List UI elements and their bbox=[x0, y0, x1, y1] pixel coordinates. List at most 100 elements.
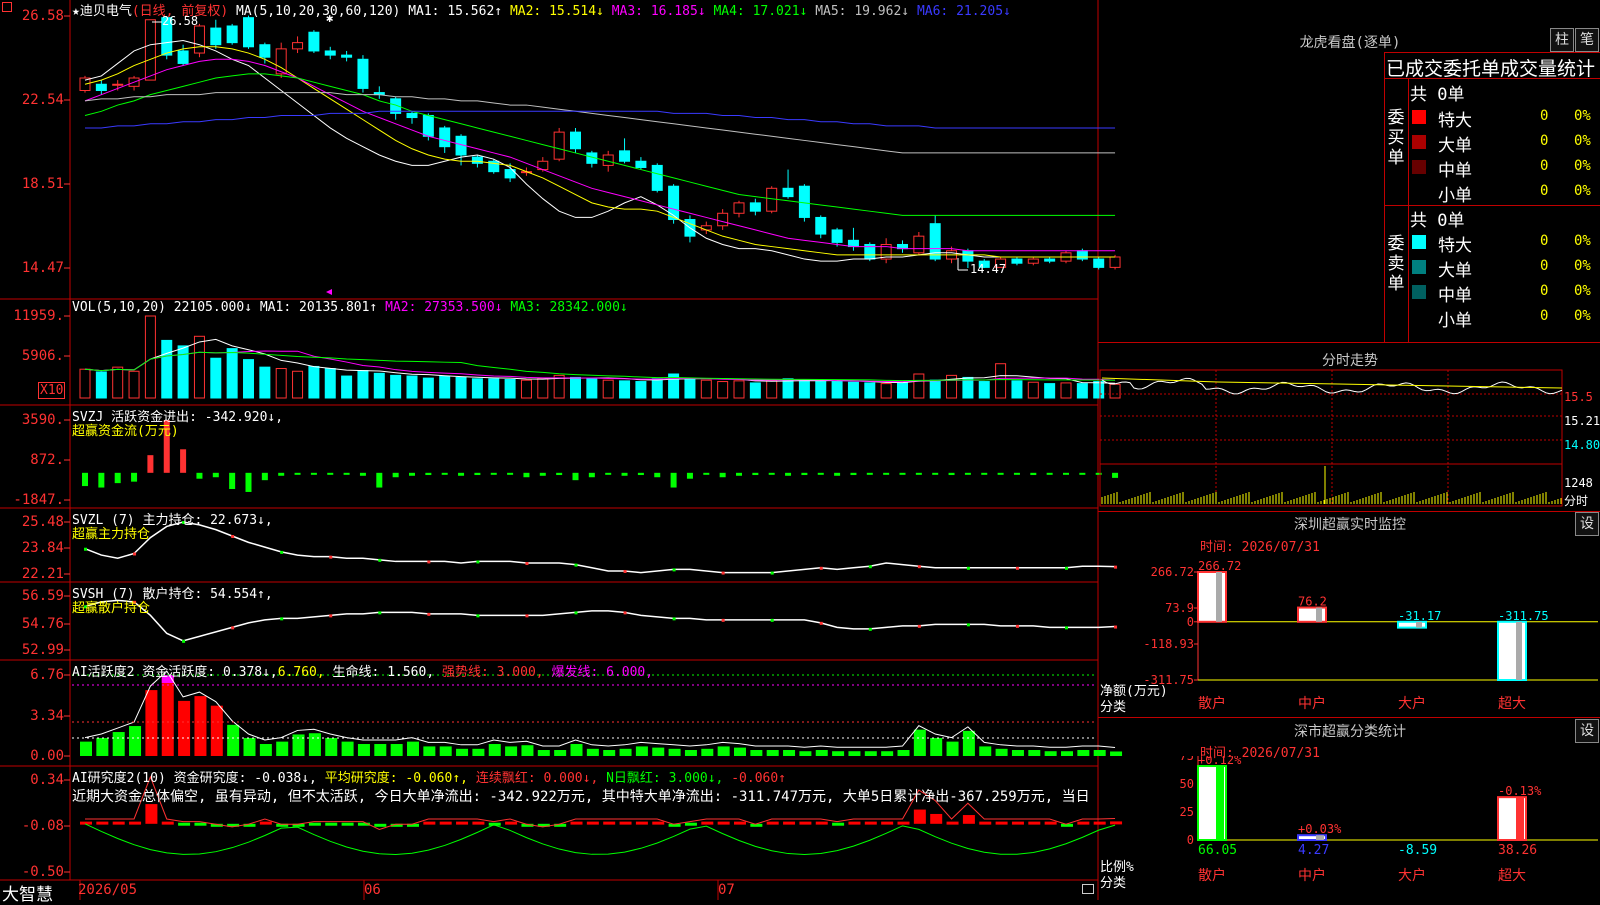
vol-bar bbox=[995, 363, 1007, 399]
ai1-p2: 6.760, bbox=[277, 665, 325, 680]
svzj-bar bbox=[915, 472, 922, 475]
sell-row-pct-2: 0% bbox=[1574, 283, 1591, 299]
svsh-line bbox=[84, 599, 1116, 642]
ai1-bar bbox=[357, 744, 370, 756]
ai1-bar bbox=[521, 745, 534, 756]
stats-value-label: 4.27 bbox=[1298, 843, 1329, 858]
svzl-line-point bbox=[917, 565, 921, 569]
candle bbox=[815, 216, 827, 235]
ai2-bar bbox=[341, 822, 354, 826]
svzl-line-point bbox=[84, 547, 87, 551]
svsh-line-point bbox=[868, 627, 872, 631]
svzj-bar bbox=[883, 472, 890, 475]
svzj-bar bbox=[229, 472, 236, 490]
svzj-bar bbox=[556, 472, 563, 476]
monitor-axis-label: 266.72 bbox=[1151, 565, 1194, 579]
ai2-axis-3: -0.50 bbox=[21, 864, 64, 880]
ai1-bar bbox=[832, 751, 845, 756]
vol-bar bbox=[488, 378, 500, 399]
svsh-line-point bbox=[525, 614, 529, 618]
vol-bar bbox=[749, 382, 761, 399]
ai1-bar bbox=[717, 746, 730, 756]
candle bbox=[324, 50, 336, 56]
price-axis-1: 26.58 bbox=[21, 8, 64, 24]
ai1-bar bbox=[554, 750, 567, 756]
price-axis-4: 14.47 bbox=[21, 260, 64, 276]
svzj-bar bbox=[686, 472, 693, 479]
vol-bar bbox=[1060, 382, 1072, 399]
ai2-bar bbox=[995, 821, 1008, 825]
stock-name: 迪贝电气 bbox=[79, 4, 132, 19]
ai2-axis-1: 0.34 bbox=[30, 772, 64, 788]
bar-mode-button[interactable]: 柱 bbox=[1550, 28, 1574, 52]
dragon-subtitle: 已成交委托单成交量统计 bbox=[1386, 58, 1596, 80]
svzl-line-point bbox=[231, 534, 235, 538]
buy-row-pct-2: 0% bbox=[1574, 158, 1591, 174]
vol-bar bbox=[79, 368, 91, 399]
monitor-settings-button[interactable]: 设 bbox=[1575, 512, 1599, 536]
ai1-bar bbox=[864, 751, 877, 756]
vol-bar bbox=[847, 381, 859, 399]
ma-label: MA(5,10,20,30,60,120) bbox=[235, 4, 401, 19]
lock-icon[interactable] bbox=[1082, 884, 1094, 894]
stats-title: 深市超赢分类统计 bbox=[1294, 724, 1406, 740]
svzl-axis-3: 22.21 bbox=[21, 566, 64, 582]
candle bbox=[95, 83, 107, 91]
vol-bar bbox=[112, 366, 124, 399]
candle bbox=[292, 42, 304, 50]
sell-row-pct-0: 0% bbox=[1574, 233, 1591, 249]
ai2-bar bbox=[439, 821, 452, 825]
svsh-line-point bbox=[672, 617, 676, 621]
dragon-divider-1 bbox=[1384, 78, 1600, 79]
intraday-chart[interactable] bbox=[1098, 368, 1600, 510]
vol-bar bbox=[95, 371, 107, 399]
vol-bar bbox=[651, 378, 663, 399]
sell-row-swatch-0 bbox=[1412, 235, 1426, 249]
ai2-bar bbox=[684, 822, 697, 826]
ai2-header: AI研究度2(10) 资金研究度: -0.038↓, 平均研究度: -0.060… bbox=[72, 767, 786, 786]
monitor-chart: 266.72 73.90 -118.93 -311.75 266.72 散户 76.2 中户 -… bbox=[1143, 559, 1598, 712]
intraday-title: 分时走势 bbox=[1322, 353, 1378, 369]
ai1-bar bbox=[80, 741, 92, 756]
intraday-axis-4: 1248 bbox=[1564, 476, 1593, 490]
ai1-line bbox=[84, 670, 1116, 748]
tick-mode-button[interactable]: 笔 bbox=[1575, 28, 1599, 52]
vol-bar bbox=[504, 378, 516, 399]
ai1-bar bbox=[701, 748, 714, 756]
svzl-line-point bbox=[1015, 566, 1019, 570]
svzj-axis-3: -1847. bbox=[13, 492, 64, 508]
svzj-bar bbox=[670, 472, 677, 488]
monitor-bar-shade bbox=[1516, 621, 1522, 680]
ai1-bar bbox=[374, 744, 387, 756]
ai2-bar bbox=[603, 821, 616, 825]
candle bbox=[439, 127, 451, 148]
svzj-bar bbox=[621, 472, 628, 476]
svzl-line-point bbox=[476, 560, 480, 564]
vol-bar bbox=[373, 372, 385, 399]
vol-label: VOL(5,10,20) bbox=[72, 300, 166, 315]
vol-bar bbox=[897, 382, 908, 399]
stats-settings-button[interactable]: 设 bbox=[1575, 719, 1599, 743]
ai1-bar bbox=[668, 748, 681, 756]
svsh-axis-3: 52.99 bbox=[21, 642, 64, 658]
ma2-value: MA2: 15.514↓ bbox=[509, 4, 604, 19]
candle bbox=[570, 131, 581, 150]
svzj-sub: 超赢资金流(万元) bbox=[72, 424, 179, 439]
buy-row-swatch-3 bbox=[1412, 185, 1426, 199]
svzl-line-point bbox=[280, 550, 284, 554]
ma3-value: MA3: 16.185↓ bbox=[611, 4, 706, 19]
ai2-bar bbox=[913, 809, 926, 824]
vol-bar bbox=[1027, 381, 1039, 399]
svzl-line-point bbox=[574, 563, 578, 567]
star-icon: ★ bbox=[72, 4, 80, 19]
ma1-value: MA1: 15.562↑ bbox=[408, 4, 503, 19]
vol-bar bbox=[602, 379, 614, 399]
svzj-bar bbox=[425, 472, 432, 476]
svzl-sub: 超赢主力持仓 bbox=[72, 527, 151, 542]
ai1-bar bbox=[684, 750, 697, 756]
monitor-cat-label: 中户 bbox=[1298, 695, 1326, 712]
ai1-bar bbox=[734, 747, 746, 756]
sell-side-label: 委卖单 bbox=[1387, 234, 1405, 294]
candle bbox=[177, 50, 189, 64]
candle bbox=[112, 83, 124, 86]
